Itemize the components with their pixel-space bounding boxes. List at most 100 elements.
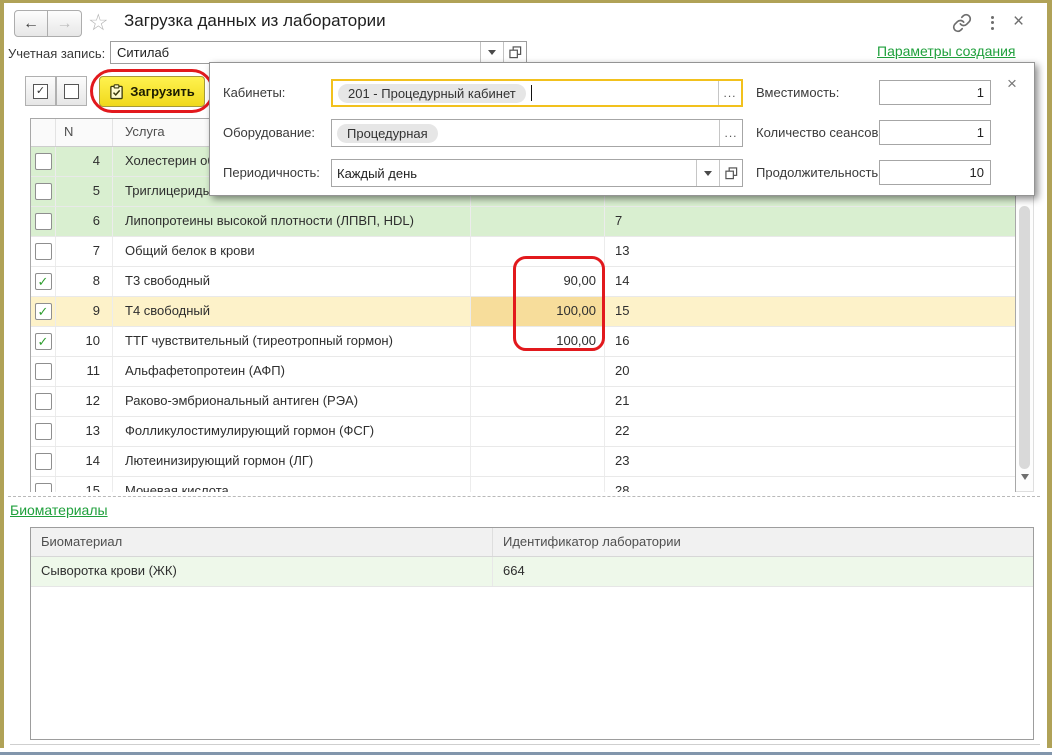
cell-service[interactable]: Лютеинизирующий гормон (ЛГ) (113, 447, 471, 476)
more-options-icon[interactable] (987, 13, 997, 32)
row-checkbox-cell[interactable] (31, 477, 56, 492)
row-checkbox-checked[interactable]: ✓ (35, 303, 52, 320)
service-row[interactable]: 13Фолликулостимулирующий гормон (ФСГ)22 (31, 417, 1015, 447)
duration-input[interactable]: 10 (879, 160, 991, 185)
cell-lab-id[interactable]: 21 (605, 387, 1015, 416)
cell-n[interactable]: 12 (56, 387, 113, 416)
sessions-input[interactable]: 1 (879, 120, 991, 145)
row-checkbox-cell[interactable] (31, 237, 56, 266)
cell-price[interactable]: 100,00 (471, 327, 605, 356)
service-row[interactable]: 7Общий белок в крови13 (31, 237, 1015, 267)
forward-button[interactable]: → (48, 10, 82, 37)
cell-price[interactable] (471, 207, 605, 236)
cell-service[interactable]: Общий белок в крови (113, 237, 471, 266)
cell-service[interactable]: ТТГ чувствительный (тиреотропный гормон) (113, 327, 471, 356)
cell-price[interactable] (471, 417, 605, 446)
row-checkbox-cell[interactable] (31, 387, 56, 416)
close-form-icon[interactable]: × (1013, 13, 1024, 31)
row-checkbox-cell[interactable] (31, 357, 56, 386)
equipment-select-button[interactable]: ... (719, 120, 742, 146)
row-checkbox[interactable] (35, 393, 52, 410)
get-link-icon[interactable] (952, 13, 972, 38)
biomaterial-row[interactable]: Сыворотка крови (ЖК)664 (31, 557, 1033, 587)
cell-lab-id[interactable]: 28 (605, 477, 1015, 492)
cell-n[interactable]: 13 (56, 417, 113, 446)
row-checkbox-cell[interactable] (31, 417, 56, 446)
cabinets-field[interactable]: 201 - Процедурный кабинет ... (331, 79, 743, 107)
service-row[interactable]: 14Лютеинизирующий гормон (ЛГ) 23 (31, 447, 1015, 477)
row-checkbox-cell[interactable] (31, 447, 56, 476)
row-checkbox-cell[interactable] (31, 147, 56, 176)
cell-n[interactable]: 5 (56, 177, 113, 206)
scrollbar-down-arrow[interactable] (1021, 474, 1029, 480)
cabinets-select-button[interactable]: ... (718, 81, 741, 105)
row-checkbox-cell[interactable]: ✓ (31, 267, 56, 296)
row-checkbox-checked[interactable]: ✓ (35, 333, 52, 350)
creation-params-link[interactable]: Параметры создания (877, 43, 1016, 59)
row-checkbox[interactable] (35, 363, 52, 380)
cell-service[interactable]: Раково-эмбриональный антиген (РЭА) (113, 387, 471, 416)
capacity-input[interactable]: 1 (879, 80, 991, 105)
row-checkbox[interactable] (35, 483, 52, 492)
account-field[interactable]: Ситилаб (110, 41, 527, 64)
account-dropdown-button[interactable] (480, 42, 503, 63)
cell-service[interactable]: Альфафетопротеин (АФП) (113, 357, 471, 386)
cell-n[interactable]: 14 (56, 447, 113, 476)
account-choose-button[interactable] (503, 42, 526, 63)
row-checkbox-cell[interactable] (31, 207, 56, 236)
row-checkbox-cell[interactable]: ✓ (31, 297, 56, 326)
cell-n[interactable]: 11 (56, 357, 113, 386)
biomaterials-link[interactable]: Биоматериалы (10, 502, 108, 518)
service-row[interactable]: 15Мочевая кислота 28 (31, 477, 1015, 492)
cabinet-tag[interactable]: 201 - Процедурный кабинет (338, 84, 526, 103)
row-checkbox[interactable] (35, 153, 52, 170)
form-splitter[interactable] (8, 496, 1040, 497)
row-checkbox[interactable] (35, 213, 52, 230)
cell-biomaterial[interactable]: Сыворотка крови (ЖК) (31, 557, 493, 586)
row-checkbox-checked[interactable]: ✓ (35, 273, 52, 290)
cell-service[interactable]: Липопротеины высокой плотности (ЛПВП, HD… (113, 207, 471, 236)
popup-close-icon[interactable]: × (1007, 76, 1017, 92)
cell-price[interactable] (471, 387, 605, 416)
periodicity-field[interactable]: Каждый день (331, 159, 743, 187)
cell-n[interactable]: 10 (56, 327, 113, 356)
cell-n[interactable]: 15 (56, 477, 113, 492)
service-row[interactable]: ✓10ТТГ чувствительный (тиреотропный горм… (31, 327, 1015, 357)
load-button[interactable]: Загрузить (99, 76, 205, 107)
periodicity-dropdown-button[interactable] (696, 160, 719, 186)
service-row[interactable]: ✓9Т4 свободный100,0015 (31, 297, 1015, 327)
equipment-field[interactable]: Процедурная ... (331, 119, 743, 147)
cell-service[interactable]: Фолликулостимулирующий гормон (ФСГ) (113, 417, 471, 446)
cell-n[interactable]: 4 (56, 147, 113, 176)
cell-lab-id[interactable]: 23 (605, 447, 1015, 476)
cell-n[interactable]: 8 (56, 267, 113, 296)
cell-price[interactable] (471, 237, 605, 266)
cell-service[interactable]: Т4 свободный (113, 297, 471, 326)
row-checkbox[interactable] (35, 423, 52, 440)
row-checkbox[interactable] (35, 453, 52, 470)
cell-lab-id[interactable]: 7 (605, 207, 1015, 236)
service-row[interactable]: 6Липопротеины высокой плотности (ЛПВП, H… (31, 207, 1015, 237)
check-all-button[interactable]: ✓ (25, 76, 56, 106)
service-row[interactable]: ✓8Т3 свободный90,0014 (31, 267, 1015, 297)
cell-price[interactable] (471, 477, 605, 492)
cell-price[interactable]: 100,00 (471, 297, 605, 326)
row-checkbox-cell[interactable] (31, 177, 56, 206)
periodicity-value[interactable]: Каждый день (337, 166, 417, 181)
uncheck-all-button[interactable] (56, 76, 87, 106)
favorite-star-icon[interactable]: ☆ (88, 9, 109, 36)
cell-price[interactable] (471, 357, 605, 386)
row-checkbox[interactable] (35, 183, 52, 200)
cell-n[interactable]: 6 (56, 207, 113, 236)
cell-price[interactable] (471, 447, 605, 476)
header-biomaterial[interactable]: Биоматериал (31, 528, 493, 556)
back-button[interactable]: ← (14, 10, 48, 37)
header-lab-identifier[interactable]: Идентификатор лаборатории (493, 528, 1033, 556)
cell-n[interactable]: 9 (56, 297, 113, 326)
cell-price[interactable]: 90,00 (471, 267, 605, 296)
periodicity-open-button[interactable] (719, 160, 742, 186)
cell-service[interactable]: Мочевая кислота (113, 477, 471, 492)
header-checkbox[interactable] (31, 119, 56, 146)
cell-lab-id[interactable]: 15 (605, 297, 1015, 326)
header-n[interactable]: N (56, 119, 113, 146)
